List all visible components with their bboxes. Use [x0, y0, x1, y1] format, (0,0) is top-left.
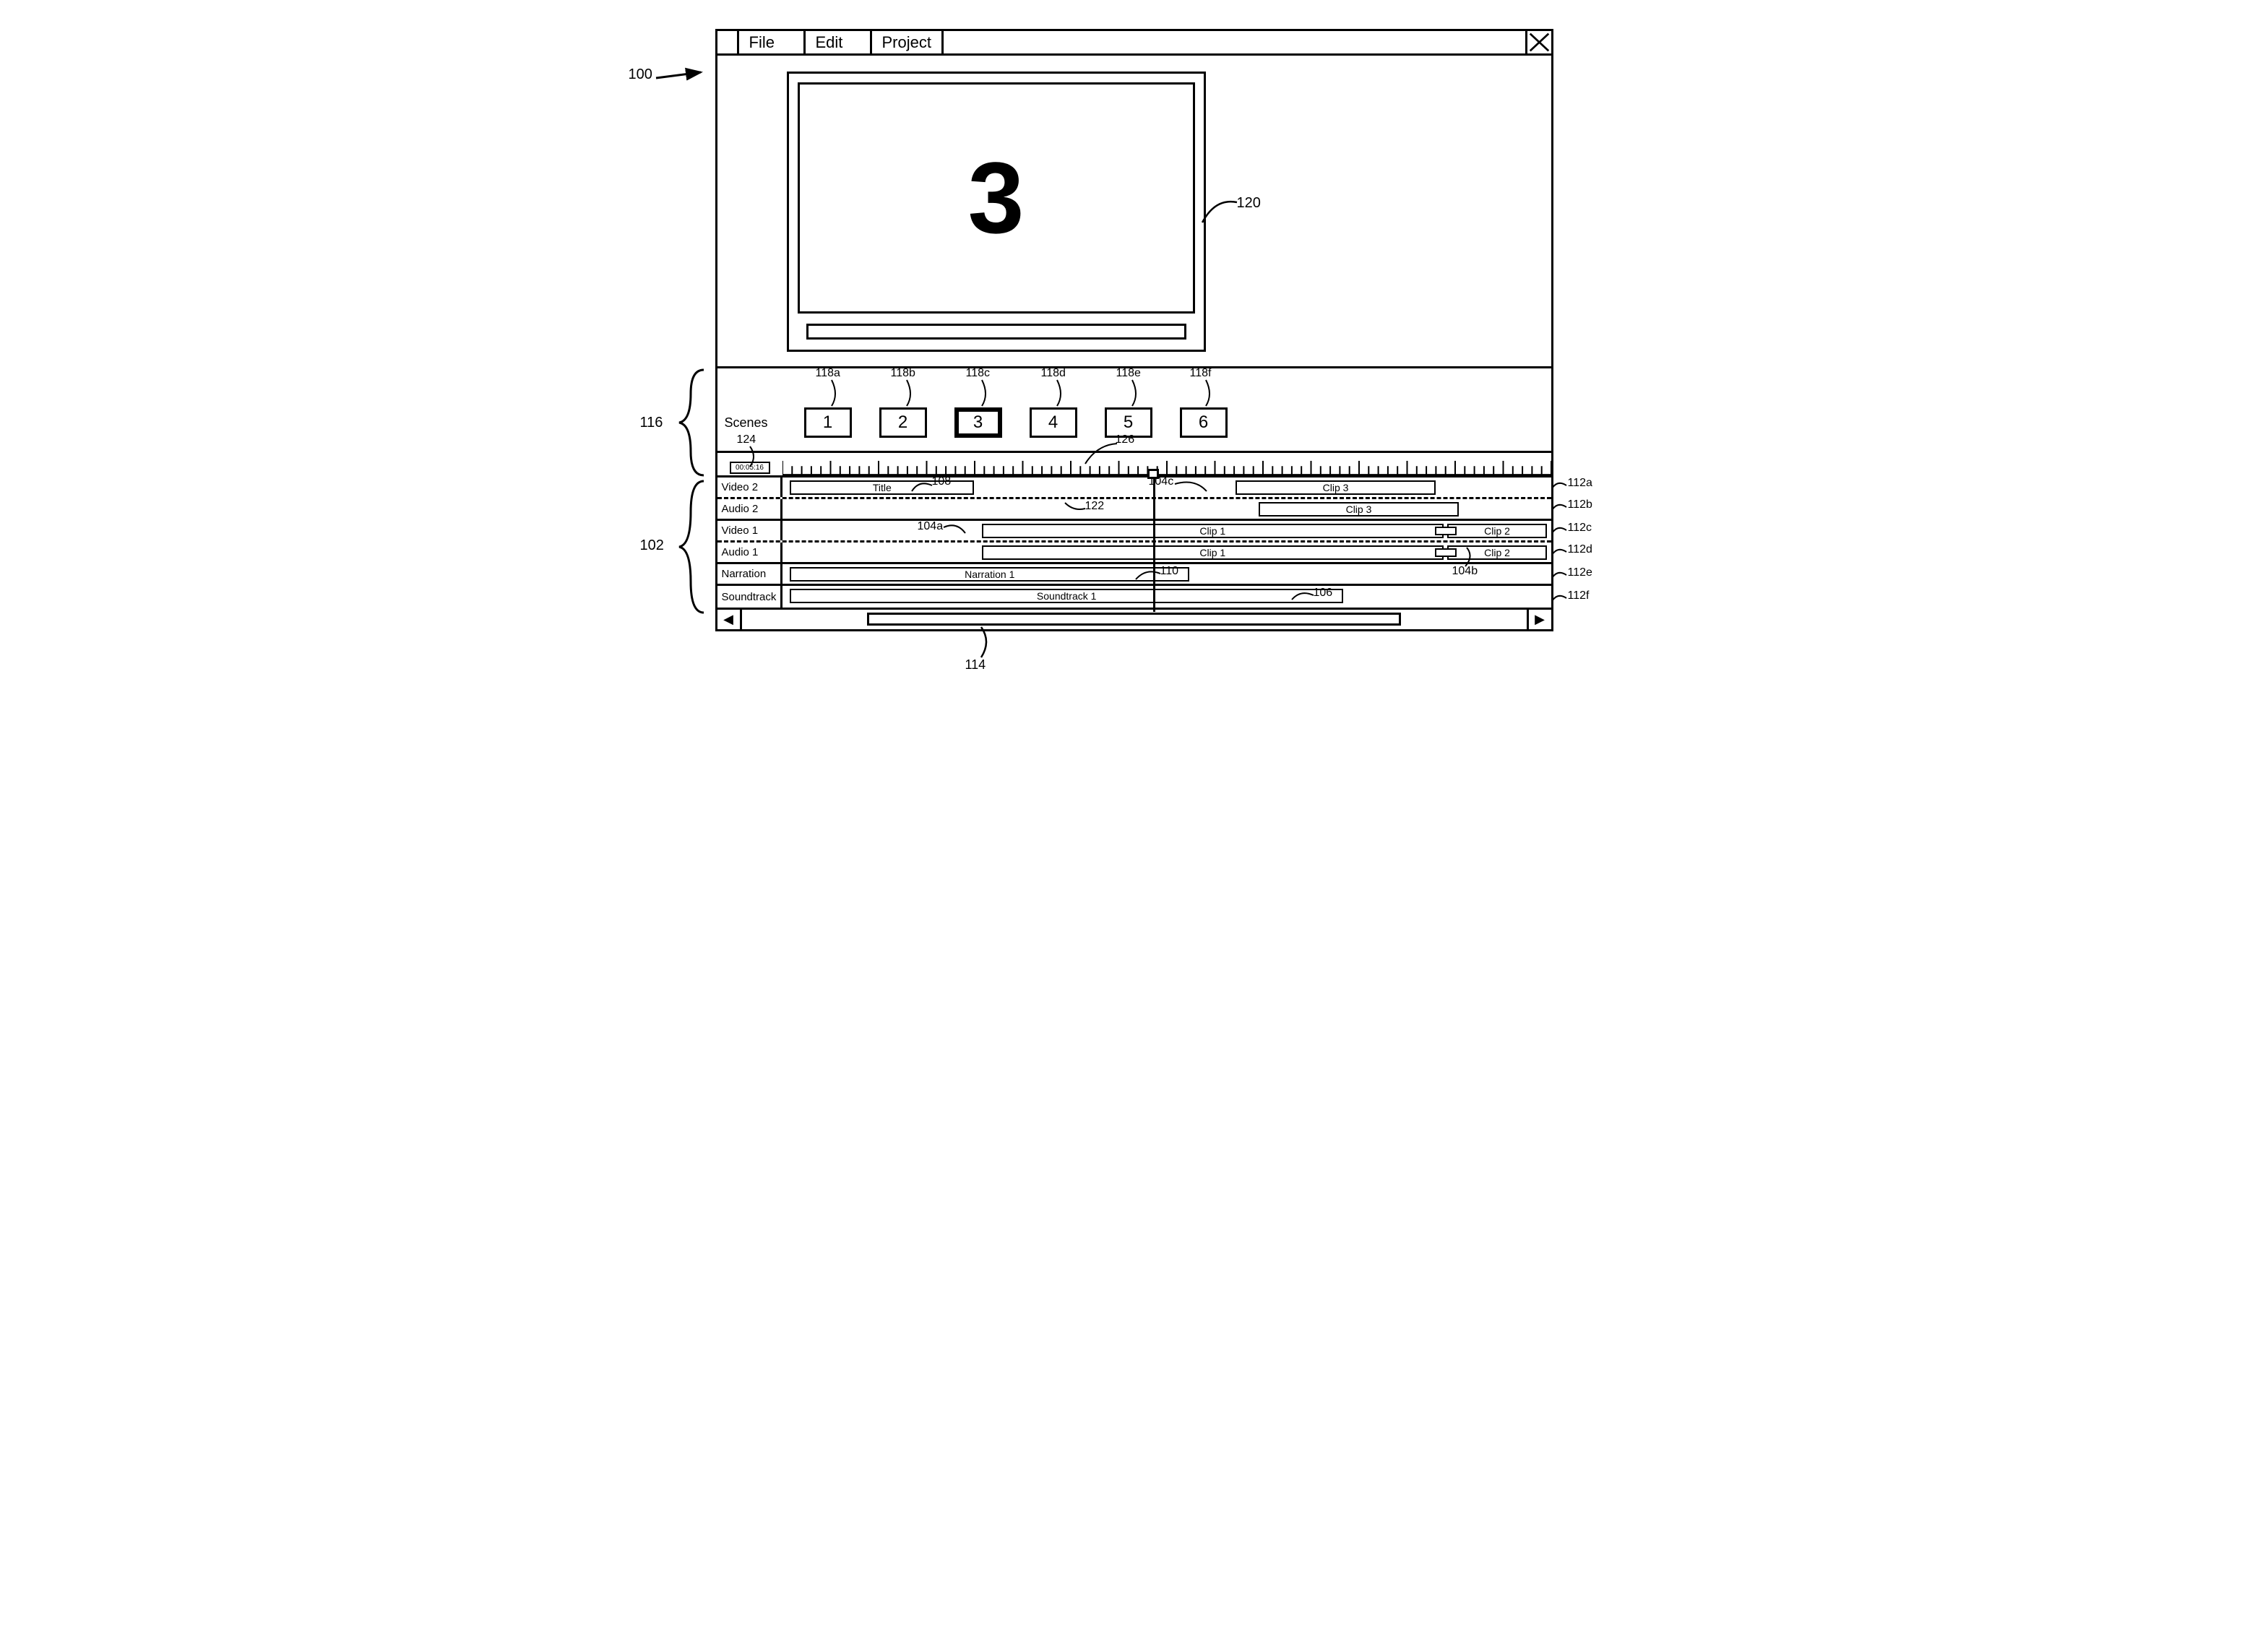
track-label-soundtrack: Soundtrack	[717, 586, 782, 608]
track-label-video2: Video 2	[717, 478, 782, 497]
scenes-label: Scenes	[717, 389, 782, 431]
timeline: 00:05:16 Video 2	[717, 453, 1551, 629]
ref-100: 100	[629, 66, 652, 83]
preview-frame: 3	[787, 72, 1206, 352]
scroll-left-button[interactable]: ◀	[717, 610, 742, 629]
ref-118d: 118d	[1041, 367, 1066, 380]
arrow-right-icon: ▶	[1535, 612, 1545, 627]
ref-104a: 104a	[918, 520, 944, 533]
preview-scene-number: 3	[968, 139, 1025, 256]
ref-116: 116	[640, 415, 663, 431]
track-audio2: Audio 2 Clip 3	[717, 499, 1551, 521]
app-window: File Edit Project 3 Scenes	[715, 29, 1553, 631]
ref-112e: 112e	[1568, 566, 1592, 579]
ref-122: 122	[1085, 500, 1105, 513]
scene-thumb-1[interactable]: 1	[804, 407, 852, 438]
ref-112f: 112f	[1568, 589, 1590, 602]
track-label-audio1: Audio 1	[717, 543, 782, 562]
ref-118f: 118f	[1190, 367, 1212, 380]
track-soundtrack: Soundtrack Soundtrack 1	[717, 586, 1551, 608]
ref-112c: 112c	[1568, 522, 1592, 535]
ref-118b: 118b	[891, 367, 915, 380]
menubar-spacer	[717, 31, 739, 53]
ref-118c: 118c	[966, 367, 991, 380]
lane-audio2[interactable]: Clip 3	[782, 499, 1551, 519]
scene-thumb-6[interactable]: 6	[1180, 407, 1228, 438]
brace-116	[676, 368, 705, 477]
lane-soundtrack[interactable]: Soundtrack 1	[782, 586, 1551, 608]
clip-clip1-v[interactable]: Clip 1	[982, 524, 1443, 538]
close-icon	[1527, 31, 1551, 53]
scene-thumbs: 1 2 3 4 5 6	[782, 381, 1228, 438]
timeline-ruler[interactable]	[782, 453, 1551, 475]
scroll-right-button[interactable]: ▶	[1527, 610, 1551, 629]
track-label-audio2: Audio 2	[717, 499, 782, 519]
window-close-button[interactable]	[1525, 31, 1551, 53]
track-label-narration: Narration	[717, 564, 782, 584]
patent-figure-page: 100 File Edit Project	[629, 29, 1640, 631]
ref-124: 124	[737, 433, 756, 446]
track-label-video1: Video 1	[717, 521, 782, 540]
arrow-left-icon: ◀	[723, 612, 733, 627]
ref-106: 106	[1314, 587, 1333, 600]
lane-audio1[interactable]: Clip 1 Clip 2	[782, 543, 1551, 562]
track-audio1: Audio 1 Clip 1 Clip 2	[717, 543, 1551, 564]
scene-thumb-3[interactable]: 3	[954, 407, 1002, 438]
scene-thumb-4[interactable]: 4	[1030, 407, 1077, 438]
playhead-handle[interactable]	[1147, 469, 1159, 479]
clip-narration1[interactable]: Narration 1	[790, 567, 1189, 582]
lane-video1[interactable]: Clip 1 Clip 2	[782, 521, 1551, 540]
timeline-ruler-row: 00:05:16	[717, 453, 1551, 478]
menu-file[interactable]: File	[739, 31, 806, 53]
ref-112b: 112b	[1568, 498, 1592, 511]
ref-126: 126	[1116, 433, 1135, 446]
clip-clip3-v[interactable]: Clip 3	[1236, 480, 1436, 495]
transition-v1[interactable]	[1435, 527, 1457, 535]
scene-thumb-2[interactable]: 2	[879, 407, 927, 438]
ref-104b: 104b	[1452, 565, 1478, 578]
ref-114: 114	[965, 657, 986, 673]
menu-edit[interactable]: Edit	[806, 31, 872, 53]
track-video1: Video 1 Clip 1 Clip 2	[717, 521, 1551, 543]
timeline-hscroll: ◀ ▶	[717, 608, 1551, 629]
ref-112a: 112a	[1568, 477, 1592, 490]
ref-118e: 118e	[1116, 367, 1141, 380]
brace-102	[676, 480, 705, 614]
preview-transport-bar[interactable]	[806, 324, 1186, 340]
ref-118a: 118a	[816, 367, 840, 380]
scroll-thumb[interactable]	[867, 613, 1400, 626]
ref-112d: 112d	[1568, 543, 1592, 556]
ref-120: 120	[1237, 195, 1261, 212]
clip-clip3-a[interactable]: Clip 3	[1259, 502, 1459, 517]
menubar-filler	[944, 31, 1525, 53]
clip-clip1-a[interactable]: Clip 1	[982, 545, 1443, 560]
menu-project[interactable]: Project	[872, 31, 944, 53]
clip-soundtrack1[interactable]: Soundtrack 1	[790, 589, 1343, 603]
transition-a1[interactable]	[1435, 548, 1457, 557]
track-video2: Video 2 Title Clip 3	[717, 478, 1551, 499]
preview-area: 3	[717, 56, 1551, 366]
menubar: File Edit Project	[717, 31, 1551, 56]
clip-clip2-v[interactable]: Clip 2	[1447, 524, 1547, 538]
ref-108: 108	[932, 475, 952, 488]
ref-102: 102	[640, 537, 664, 554]
scroll-trough[interactable]	[742, 610, 1527, 629]
ref-110: 110	[1160, 565, 1179, 578]
preview-canvas: 3	[798, 82, 1195, 314]
